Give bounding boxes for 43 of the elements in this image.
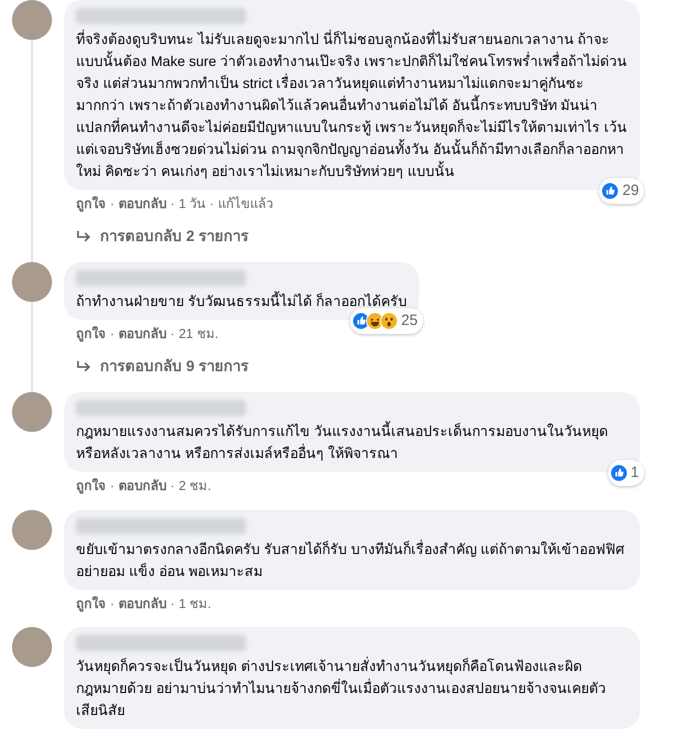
comment-action-link[interactable]: ตอบกลับ (118, 194, 166, 214)
avatar[interactable] (12, 0, 52, 40)
reaction-count: 1 (630, 462, 639, 482)
thumbs-up-icon (610, 464, 628, 482)
view-replies-link[interactable]: การตอบกลับ 9 รายการ (64, 344, 249, 378)
reaction-badge[interactable]: 25 (350, 308, 423, 334)
view-replies-link[interactable]: การตอบกลับ 2 รายการ (64, 214, 249, 248)
reaction-count: 25 (401, 310, 418, 330)
comment-action-link[interactable]: ตอบกลับ (118, 324, 166, 344)
comment-action-link[interactable]: ตอบกลับ (118, 476, 166, 496)
avatar[interactable] (12, 392, 52, 432)
comment-text: กฎหมายแรงงานสมควรได้รับการแก้ไข วันแรงงานนี้เสนอประเด็นการมอบงานในวันหยุดหรือหลังเวลางาน หรือการส่งเมล์หรืออื่นๆ ให้พิจารณา (76, 420, 609, 463)
comment-action-link[interactable]: ถูกใจ (76, 324, 106, 344)
separator-dot: · (110, 325, 114, 343)
reaction-count: 29 (622, 180, 639, 200)
thumbs-up-icon (601, 182, 620, 200)
comment-time[interactable]: 2 ชม. (178, 476, 212, 496)
comment-text: วันหยุดก็ควรจะเป็นวันหยุด ต่างประเทศเจ้านายสั่งทำงานวันหยุดก็คือโดนฟ้องและผิดกฎหมายด้วย อย่ามาบ่นว่าทำไมนายจ้างกดขี่ในเมื่อตัวแรงงานเองสปอยนายจ้างจนเคยตัว เสียนิสัย (76, 656, 607, 720)
separator-dot: · (210, 195, 214, 213)
comment-time[interactable]: 1 ชม. (178, 594, 212, 613)
avatar[interactable] (12, 627, 52, 667)
separator-dot: · (170, 477, 175, 495)
separator-dot: · (170, 594, 175, 612)
comment-action-link[interactable]: ถูกใจ (76, 594, 106, 613)
reply-arrow-icon (76, 360, 92, 374)
edited-label: แก้ไขแล้ว (218, 195, 273, 213)
avatar[interactable] (12, 262, 52, 302)
separator-dot: · (110, 594, 114, 612)
reaction-badge[interactable]: 1 (608, 460, 644, 486)
separator-dot: · (110, 477, 114, 495)
avatar[interactable] (12, 510, 52, 550)
comment-text: ขยับเข้ามาตรงกลางอีกนิดครับ รับสายได้ก็รับ บางทีมันก็เรื่องสำคัญ แต่ถ้าตามให้เข้าออฟฟิศอย่ายอม แข็ง อ่อน พอเหมาะสม (76, 538, 626, 580)
comment-action-link[interactable]: ถูกใจ (76, 476, 106, 496)
comment-time[interactable]: 1 วัน (178, 194, 206, 214)
comment-time[interactable]: 21 ชม. (178, 324, 218, 344)
reply-arrow-icon (76, 230, 92, 244)
comment-action-link[interactable]: ตอบกลับ (118, 594, 166, 613)
separator-dot: · (170, 195, 175, 213)
reaction-badge[interactable]: 29 (599, 178, 644, 204)
separator-dot: · (110, 195, 114, 213)
separator-dot: · (170, 325, 175, 343)
surprised-face-icon (380, 312, 398, 330)
comment-action-link[interactable]: ถูกใจ (76, 194, 106, 214)
